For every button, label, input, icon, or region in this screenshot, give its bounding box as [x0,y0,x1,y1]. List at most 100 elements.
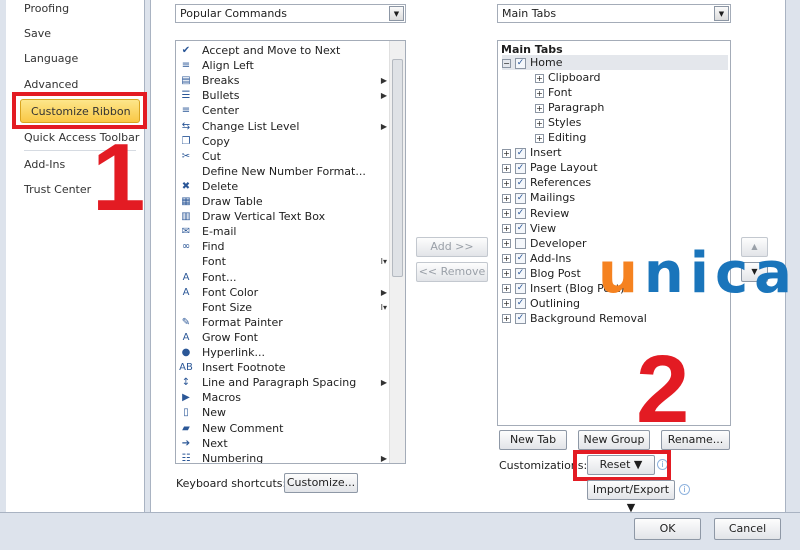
checkbox[interactable]: ✓ [515,268,526,280]
tree-item[interactable]: + ✓ View [502,221,556,236]
checkbox[interactable] [515,238,526,250]
command-item[interactable]: Define New Number Format... [176,164,391,179]
expand-icon[interactable]: + [502,239,511,249]
tree-item[interactable]: + ✓ References [502,175,591,190]
dropdown-value: Popular Commands [180,7,288,20]
command-item[interactable]: ≡ Align Left [176,58,391,73]
expand-icon[interactable]: + [535,118,544,128]
command-item[interactable]: ▦ Draw Table [176,194,391,209]
tree-item[interactable]: + ✓ Background Removal [502,311,647,326]
command-item[interactable]: A Font Color ▶ [176,285,391,300]
expand-icon[interactable]: + [535,88,544,98]
command-item[interactable]: ✖ Delete [176,179,391,194]
scrollbar[interactable] [389,41,405,463]
expand-icon[interactable]: + [502,163,511,173]
customize-ribbon-dropdown[interactable]: Main Tabs ▼ [497,4,731,23]
scrollbar-thumb[interactable] [392,59,403,277]
expand-icon[interactable]: + [502,209,511,218]
command-item[interactable]: ✂ Cut [176,149,391,164]
checkbox[interactable]: ✓ [515,223,526,235]
import-export-button[interactable]: Import/Export ▼ [587,480,675,514]
commands-list[interactable]: ✔ Accept and Move to Next ≡ Align Left ▤ Brea… [175,40,406,464]
new-group-button[interactable]: New Group [578,430,650,450]
command-item[interactable]: ▶ Macros [176,390,391,405]
checkbox[interactable]: ✓ [515,192,526,204]
expand-icon[interactable]: + [535,73,544,83]
checkbox[interactable]: ✓ [515,208,526,219]
choose-commands-dropdown[interactable]: Popular Commands ▼ [175,4,406,23]
sidebar-item-advanced[interactable]: Advanced [24,78,78,91]
command-item[interactable]: Font Size I▾ [176,300,391,315]
expand-icon[interactable]: + [502,284,511,294]
expand-icon[interactable]: + [502,148,511,158]
rename-button[interactable]: Rename... [661,430,730,450]
tree-item[interactable]: + ✓ Page Layout [502,160,598,175]
sidebar-item-add-ins[interactable]: Add-Ins [24,158,65,171]
tree-item[interactable]: + Paragraph [535,100,604,115]
checkbox[interactable]: ✓ [515,177,526,189]
tree-item[interactable]: + ✓ Review [502,206,569,221]
command-item[interactable]: ➔ Next [176,436,391,451]
expand-icon[interactable]: + [502,254,511,264]
tree-item[interactable]: + ✓ Blog Post [502,266,581,281]
command-item[interactable]: ≡ Center [176,103,391,118]
expand-icon[interactable]: + [502,269,511,279]
tree-item-label: Editing [548,131,587,145]
command-item[interactable]: ▯ New [176,405,391,420]
tree-item[interactable]: − ✓ Home [502,55,728,70]
command-item[interactable]: ∞ Find [176,239,391,254]
checkbox[interactable]: ✓ [515,253,526,265]
cancel-button[interactable]: Cancel [714,518,781,540]
new-tab-button[interactable]: New Tab [499,430,567,450]
tree-item[interactable]: + ✓ Insert [502,145,562,160]
command-item[interactable]: ▤ Breaks ▶ [176,73,391,88]
command-item[interactable]: ⇆ Change List Level ▶ [176,119,391,134]
command-item[interactable]: ☷ Numbering ▶ [176,451,391,463]
checkbox[interactable]: ✓ [515,283,526,295]
checkbox[interactable]: ✓ [515,298,526,310]
tree-item[interactable]: + ✓ Outlining [502,296,580,311]
command-item[interactable]: ❐ Copy [176,134,391,149]
expand-icon[interactable]: + [502,178,511,188]
checkbox[interactable]: ✓ [515,57,526,69]
collapse-icon[interactable]: − [502,58,511,68]
command-item[interactable]: ✎ Format Painter [176,315,391,330]
tree-item[interactable]: + Editing [535,130,586,145]
checkbox[interactable]: ✓ [515,162,526,174]
ok-button[interactable]: OK [634,518,701,540]
command-item[interactable]: Font I▾ [176,254,391,269]
expand-icon[interactable]: + [502,299,511,309]
command-item[interactable]: ☰ Bullets ▶ [176,88,391,103]
command-item[interactable]: AB Insert Footnote [176,360,391,375]
tree-item[interactable]: + ✓ Add-Ins [502,251,571,266]
checkbox[interactable]: ✓ [515,147,526,159]
command-item[interactable]: A Grow Font [176,330,391,345]
expand-icon[interactable]: + [535,103,544,113]
tree-item[interactable]: + ✓ Mailings [502,190,575,205]
tree-item[interactable]: + Clipboard [535,70,601,85]
ribbon-tabs-tree[interactable]: Main Tabs − ✓ Home + Clipboard + Font + Paragrap… [497,40,731,426]
sidebar-item-trust-center[interactable]: Trust Center [24,183,91,196]
command-item[interactable]: ▰ New Comment [176,421,391,436]
tree-item-label: Home [530,56,563,69]
command-item[interactable]: ✔ Accept and Move to Next [176,43,391,58]
remove-button[interactable]: << Remove [416,262,488,282]
expand-icon[interactable]: + [535,133,544,143]
command-item[interactable]: A Font... [176,270,391,285]
tree-item[interactable]: + Styles [535,115,581,130]
tree-item[interactable]: + Font [535,85,572,100]
command-item[interactable]: ● Hyperlink... [176,345,391,360]
expand-icon[interactable]: + [502,193,511,203]
expand-icon[interactable]: + [502,314,511,324]
sidebar-item-language[interactable]: Language [24,52,78,65]
command-item[interactable]: ↕ Line and Paragraph Spacing ▶ [176,375,391,390]
expand-icon[interactable]: + [502,224,511,234]
sidebar-item-save[interactable]: Save [24,27,51,40]
command-item[interactable]: ▥ Draw Vertical Text Box [176,209,391,224]
customize-shortcuts-button[interactable]: Customize... [284,473,358,493]
command-item[interactable]: ✉ E-mail [176,224,391,239]
checkbox[interactable]: ✓ [515,313,526,325]
add-button[interactable]: Add >> [416,237,488,257]
sidebar-item-proofing[interactable]: Proofing [24,2,69,15]
tree-item[interactable]: + Developer [502,236,587,251]
